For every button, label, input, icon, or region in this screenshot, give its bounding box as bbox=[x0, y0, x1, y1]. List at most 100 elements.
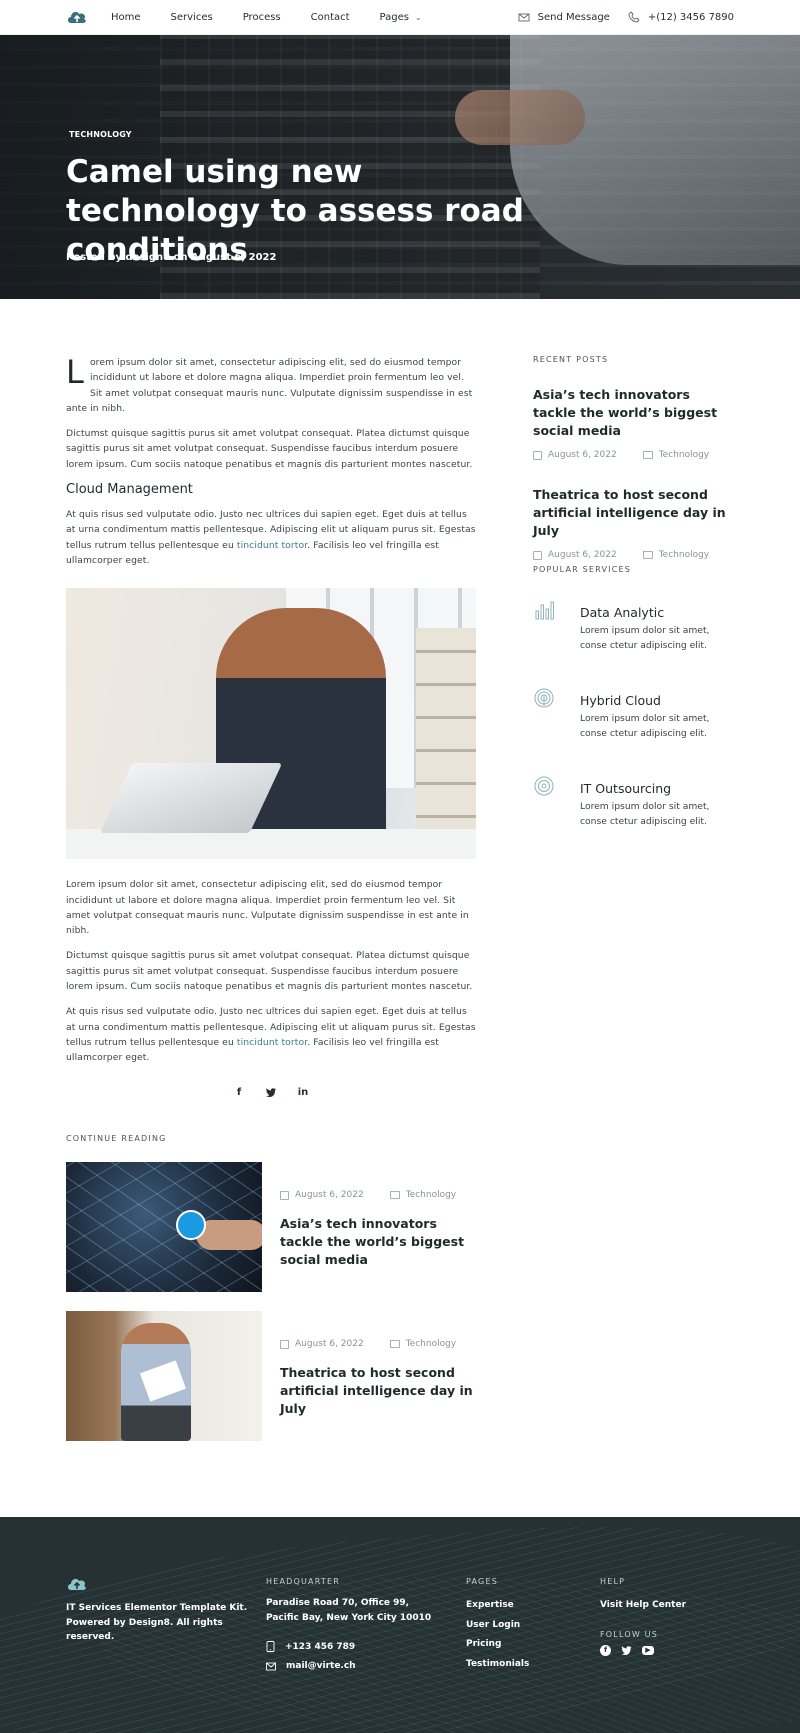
calendar-icon bbox=[533, 450, 542, 460]
sidebar: RECENT POSTS Asia’s tech innovators tack… bbox=[533, 355, 733, 827]
footer-link-expertise[interactable]: Expertise bbox=[466, 1596, 529, 1616]
nav-process[interactable]: Process bbox=[243, 12, 281, 23]
post-category[interactable]: Technology bbox=[642, 550, 710, 560]
section-heading: Cloud Management bbox=[66, 482, 193, 498]
share-links: f in bbox=[66, 1087, 476, 1098]
post-category[interactable]: Technology bbox=[389, 1339, 457, 1349]
envelope-icon bbox=[518, 13, 530, 22]
follow-us-heading: FOLLOW US bbox=[600, 1629, 659, 1639]
hero-photo-arm bbox=[510, 35, 800, 265]
footer-phone-text: +123 456 789 bbox=[285, 1641, 356, 1652]
inline-link[interactable]: tincidunt tortor bbox=[237, 540, 307, 551]
footer-link-testimonials[interactable]: Testimonials bbox=[466, 1655, 529, 1675]
service-title[interactable]: Hybrid Cloud bbox=[580, 693, 661, 708]
service-title[interactable]: Data Analytic bbox=[580, 605, 664, 620]
target-icon bbox=[534, 776, 554, 796]
calendar-icon bbox=[533, 550, 542, 560]
post-date-text: August 6, 2022 bbox=[295, 1190, 364, 1200]
nav-home[interactable]: Home bbox=[111, 12, 141, 23]
related-post-meta: August 6, 2022 Technology bbox=[280, 1190, 456, 1200]
paragraph-3: At quis risus sed vulputate odio. Justo … bbox=[66, 507, 476, 568]
footer-heading: HEADQUARTER bbox=[266, 1577, 341, 1586]
post-category[interactable]: Technology bbox=[389, 1190, 457, 1200]
envelope-icon bbox=[266, 1662, 276, 1670]
chevron-down-icon: ⌄ bbox=[414, 12, 422, 22]
footer-email-text: mail@virte.ch bbox=[286, 1661, 356, 1671]
recent-post[interactable]: Theatrica to host second artificial inte… bbox=[533, 486, 733, 560]
facebook-icon[interactable]: f bbox=[600, 1644, 611, 1656]
post-meta: Posted by design8 on August 6, 2022 bbox=[66, 252, 277, 263]
paragraph-1: Lorem ipsum dolor sit amet, consectetur … bbox=[66, 355, 476, 416]
post-date-text: August 6, 2022 bbox=[548, 450, 617, 460]
folder-icon bbox=[389, 1191, 400, 1199]
nav-services-label: Services bbox=[170, 11, 213, 23]
top-navbar: Home Services Process Contact Pages ⌄ Sen… bbox=[0, 0, 800, 35]
related-post-meta: August 6, 2022 Technology bbox=[280, 1339, 456, 1349]
post-date-text: August 6, 2022 bbox=[548, 550, 617, 560]
nav-services[interactable]: Services bbox=[171, 12, 213, 23]
post-date: August 6, 2022 bbox=[280, 1190, 364, 1200]
drop-cap: L bbox=[66, 353, 84, 391]
service-description: Lorem ipsum dolor sit amet, conse ctetur… bbox=[580, 625, 710, 651]
help-center-link[interactable]: Visit Help Center bbox=[600, 1596, 686, 1616]
recent-posts-heading: RECENT POSTS bbox=[533, 355, 609, 364]
footer-link-pricing[interactable]: Pricing bbox=[466, 1635, 529, 1655]
twitter-icon[interactable] bbox=[621, 1645, 632, 1656]
bar-chart-icon bbox=[535, 601, 554, 620]
site-footer: IT Services Elementor Template Kit. Powe… bbox=[0, 1517, 800, 1733]
paragraph-6: At quis risus sed vulputate odio. Justo … bbox=[66, 1004, 476, 1065]
nav-home-label: Home bbox=[111, 11, 141, 23]
footer-phone[interactable]: +123 456 789 bbox=[266, 1641, 431, 1652]
mobile-phone-icon bbox=[266, 1641, 275, 1652]
post-date: August 6, 2022 bbox=[533, 450, 617, 460]
recent-post-meta: August 6, 2022 Technology bbox=[533, 450, 733, 460]
post-category[interactable]: Technology bbox=[642, 450, 709, 460]
address-line: Paradise Road 70, Office 99, bbox=[266, 1598, 410, 1608]
related-post-card[interactable]: August 6, 2022 Technology Theatrica to h… bbox=[66, 1311, 476, 1441]
nav-pages[interactable]: Pages ⌄ bbox=[380, 12, 422, 23]
footer-email[interactable]: mail@virte.ch bbox=[266, 1661, 431, 1671]
send-message-link[interactable]: Send Message bbox=[518, 11, 610, 23]
youtube-icon[interactable]: ▶ bbox=[642, 1645, 654, 1655]
nav-contact[interactable]: Contact bbox=[311, 12, 350, 23]
popular-services-heading: POPULAR SERVICES bbox=[533, 565, 632, 574]
footer-link-user-login[interactable]: User Login bbox=[466, 1616, 529, 1636]
folder-icon bbox=[389, 1340, 400, 1348]
recent-post-title[interactable]: Asia’s tech innovators tackle the world’… bbox=[533, 386, 733, 440]
article-image-shelf bbox=[416, 628, 476, 849]
paragraph-4: Lorem ipsum dolor sit amet, consectetur … bbox=[66, 879, 469, 937]
footer-about-line: reserved. bbox=[66, 1632, 115, 1642]
service-title[interactable]: IT Outsourcing bbox=[580, 781, 671, 796]
inline-link[interactable]: tincidunt tortor bbox=[237, 1037, 307, 1048]
service-item[interactable]: Data Analytic Lorem ipsum dolor sit amet… bbox=[533, 599, 733, 669]
footer-heading: PAGES bbox=[466, 1577, 498, 1586]
recent-post-title[interactable]: Theatrica to host second artificial inte… bbox=[533, 486, 733, 540]
related-post-thumbnail[interactable] bbox=[66, 1311, 262, 1441]
related-post-thumbnail[interactable] bbox=[66, 1162, 262, 1292]
cloud-logo-icon[interactable] bbox=[66, 6, 88, 28]
facebook-icon[interactable]: f bbox=[234, 1087, 244, 1098]
related-post-card[interactable]: August 6, 2022 Technology Asia’s tech in… bbox=[66, 1162, 476, 1292]
cloud-logo-icon[interactable] bbox=[66, 1576, 88, 1592]
cloud-icon bbox=[176, 1210, 206, 1240]
post-category-text: Technology bbox=[658, 550, 710, 560]
footer-headquarter: HEADQUARTER Paradise Road 70, Office 99,… bbox=[266, 1577, 431, 1671]
service-item[interactable]: Hybrid Cloud Lorem ipsum dolor sit amet,… bbox=[533, 687, 733, 757]
nav-pages-label: Pages bbox=[379, 11, 409, 23]
related-post-title[interactable]: Theatrica to host second artificial inte… bbox=[280, 1364, 476, 1418]
folder-icon bbox=[642, 451, 653, 459]
header-contact: Send Message +(12) 3456 7890 bbox=[518, 11, 734, 23]
footer-heading: HELP bbox=[600, 1577, 626, 1586]
post-category-text: Technology bbox=[405, 1339, 457, 1349]
service-description: Lorem ipsum dolor sit amet, conse ctetur… bbox=[580, 801, 710, 827]
service-item[interactable]: IT Outsourcing Lorem ipsum dolor sit ame… bbox=[533, 775, 733, 845]
post-category-text: Technology bbox=[405, 1190, 457, 1200]
address-line: Pacific Bay, New York City 10010 bbox=[266, 1612, 432, 1623]
category-tag[interactable]: TECHNOLOGY bbox=[69, 130, 132, 139]
post-date: August 6, 2022 bbox=[533, 550, 617, 560]
phone-link[interactable]: +(12) 3456 7890 bbox=[628, 11, 734, 23]
linkedin-icon[interactable]: in bbox=[298, 1087, 309, 1098]
twitter-icon[interactable] bbox=[266, 1088, 276, 1098]
related-post-title[interactable]: Asia’s tech innovators tackle the world’… bbox=[280, 1215, 476, 1269]
recent-post[interactable]: Asia’s tech innovators tackle the world’… bbox=[533, 386, 733, 460]
